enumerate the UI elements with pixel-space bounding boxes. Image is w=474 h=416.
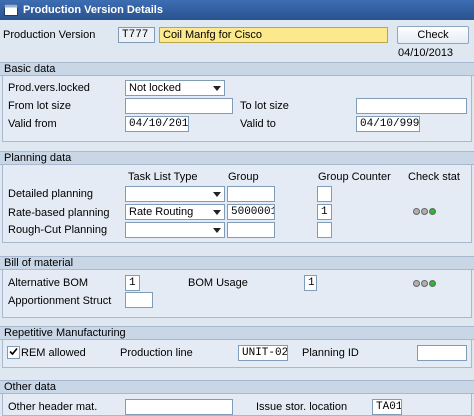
window-title: Production Version Details [23,4,163,16]
issue-stor-location-field[interactable]: TA01 [372,399,402,415]
other-data-header: Other data [0,380,474,394]
production-line-field[interactable]: UNIT-02 [238,345,288,361]
valid-from-label: Valid from [8,118,57,130]
rem-allowed-label: REM allowed [21,347,86,359]
group-counter-field[interactable] [317,222,332,238]
bom-usage-field[interactable]: 1 [304,275,317,291]
planning-row-label: Rate-based planning [8,207,110,219]
alternative-bom-label: Alternative BOM [8,277,89,289]
task-list-type-dropdown[interactable] [125,186,225,202]
chevron-down-icon[interactable] [211,206,223,218]
bom-status-lights [413,280,436,287]
chevron-down-icon[interactable] [211,224,223,236]
col-check-stat: Check stat [408,171,460,183]
task-list-type-value: Rate Routing [129,206,194,218]
status-light-green [429,280,436,287]
rem-header: Repetitive Manufacturing [0,326,474,340]
prod-vers-locked-dropdown[interactable]: Not locked [125,80,225,96]
col-task-list-type: Task List Type [128,171,198,183]
apportionment-struct-label: Apportionment Struct [8,295,112,307]
planning-data-header: Planning data [0,151,474,165]
chevron-down-icon[interactable] [211,82,223,94]
alternative-bom-field[interactable]: 1 [125,275,140,291]
bom-header: Bill of material [0,256,474,270]
group-counter-field[interactable] [317,186,332,202]
valid-to-field[interactable]: 04/10/9999 [356,116,420,132]
task-list-type-dropdown[interactable] [125,222,225,238]
planning-id-label: Planning ID [302,347,359,359]
status-light-green [429,208,436,215]
checkmark-icon [9,347,18,359]
status-light-red [413,280,420,287]
rem-allowed-checkbox[interactable] [7,346,20,359]
header-date: 04/10/2013 [398,47,454,59]
valid-from-field[interactable]: 04/10/2013 [125,116,189,132]
window-titlebar: Production Version Details [0,0,474,20]
check-status-lights [413,208,436,215]
group-counter-field[interactable]: 1 [317,204,332,220]
other-header-mat-field[interactable] [125,399,233,415]
other-header-mat-label: Other header mat. [8,401,98,413]
to-lot-size-label: To lot size [240,100,289,112]
planning-row-label: Rough-Cut Planning [8,224,108,236]
sap-window-icon [3,3,19,17]
task-list-type-dropdown[interactable]: Rate Routing [125,204,225,220]
check-button[interactable]: Check [397,26,469,44]
from-lot-size-field[interactable] [125,98,233,114]
status-light-yellow [421,208,428,215]
group-field[interactable]: 50000017 [227,204,275,220]
status-light-red [413,208,420,215]
description-field[interactable]: Coil Manfg for Cisco [159,27,388,43]
planning-id-field[interactable] [417,345,467,361]
issue-stor-location-label: Issue stor. location [256,401,348,413]
prod-vers-locked-value: Not locked [129,82,181,94]
production-version-field[interactable]: T777 [118,27,155,43]
production-line-label: Production line [120,347,193,359]
bom-usage-label: BOM Usage [188,277,248,289]
col-group-counter: Group Counter [318,171,391,183]
apportionment-struct-field[interactable] [125,292,153,308]
planning-row-label: Detailed planning [8,188,94,200]
status-light-yellow [421,280,428,287]
group-field[interactable] [227,186,275,202]
col-group: Group [228,171,259,183]
from-lot-size-label: From lot size [8,100,71,112]
production-version-label: Production Version [3,29,96,41]
prod-vers-locked-label: Prod.vers.locked [8,82,90,94]
valid-to-label: Valid to [240,118,276,130]
chevron-down-icon[interactable] [211,188,223,200]
group-field[interactable] [227,222,275,238]
basic-data-header: Basic data [0,62,474,76]
to-lot-size-field[interactable] [356,98,467,114]
